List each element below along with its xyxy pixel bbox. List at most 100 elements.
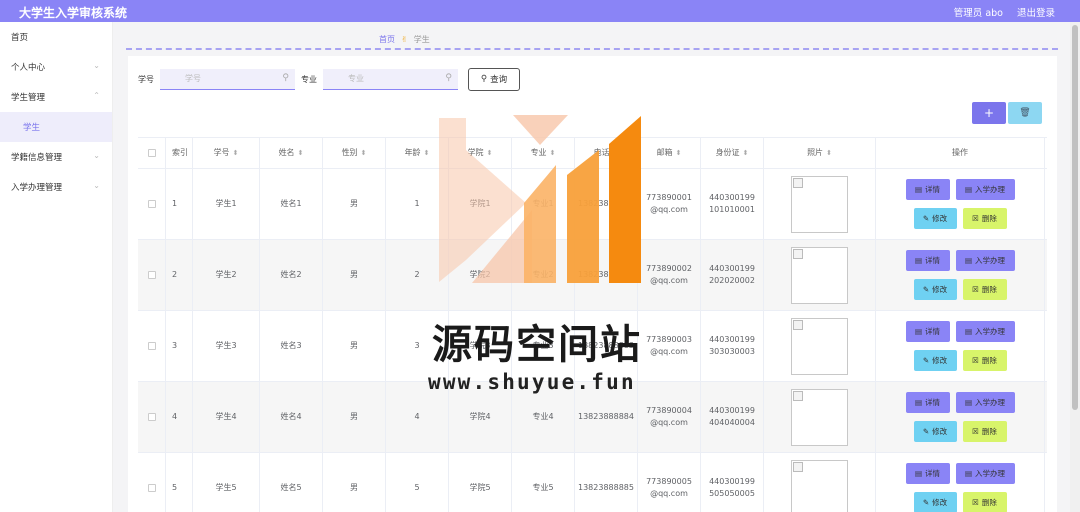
delete-button[interactable]: ☒ 删除 bbox=[962, 421, 1007, 442]
scrollbar-thumb[interactable] bbox=[1072, 25, 1078, 410]
breadcrumb-home[interactable]: 首页 bbox=[379, 34, 395, 45]
college-cell: 学院1 bbox=[449, 169, 512, 239]
sort-icon[interactable]: ⬍ bbox=[743, 147, 749, 159]
phone-value: 13823888885 bbox=[578, 483, 634, 492]
sort-icon[interactable]: ⬍ bbox=[233, 147, 239, 159]
sidebar-item-personal-center[interactable]: 个人中心 ⌄ bbox=[0, 52, 112, 82]
sort-icon[interactable]: ⬍ bbox=[676, 147, 682, 159]
detail-button[interactable]: ▤ 详情 bbox=[905, 321, 950, 342]
column-header: 邮箱 ⬍ bbox=[638, 138, 701, 168]
detail-button-label: 详情 bbox=[925, 397, 941, 407]
action-row: ▤ 详情 ▤ 入学办理 bbox=[905, 179, 1015, 200]
sort-icon[interactable]: ⬍ bbox=[613, 147, 619, 159]
enroll-button[interactable]: ▤ 入学办理 bbox=[955, 250, 1015, 271]
delete-button[interactable]: ☒ 删除 bbox=[962, 208, 1007, 229]
sidebar-item-student[interactable]: 学生 bbox=[0, 112, 112, 142]
delete-button[interactable]: ☒ 删除 bbox=[962, 492, 1007, 512]
column-header: 姓名 ⬍ bbox=[260, 138, 323, 168]
sort-icon[interactable]: ⬍ bbox=[826, 147, 832, 159]
sort-icon[interactable]: ⬍ bbox=[550, 147, 556, 159]
edit-button[interactable]: ✎ 修改 bbox=[913, 208, 957, 229]
select-all-checkbox[interactable] bbox=[147, 149, 156, 157]
sort-icon[interactable]: ⬍ bbox=[487, 147, 493, 159]
email-value: 773890005@qq.com bbox=[646, 477, 692, 498]
add-button[interactable]: + bbox=[972, 102, 1006, 124]
name-value: 姓名1 bbox=[280, 199, 302, 208]
batch-delete-button[interactable]: 🗑 bbox=[1008, 102, 1042, 124]
idcard-value: 440300199202020002 bbox=[709, 264, 755, 285]
index-value: 3 bbox=[172, 341, 178, 350]
age-value: 4 bbox=[414, 412, 420, 421]
page-scrollbar[interactable] bbox=[1070, 22, 1080, 512]
detail-button[interactable]: ▤ 详情 bbox=[905, 392, 950, 413]
sidebar-item-home[interactable]: 首页 bbox=[0, 22, 112, 52]
idcard-cell: 440300199202020002 bbox=[701, 240, 764, 310]
edit-button[interactable]: ✎ 修改 bbox=[913, 492, 957, 512]
sidebar-item-student-management[interactable]: 学生管理 ⌃ bbox=[0, 82, 112, 112]
enroll-button[interactable]: ▤ 入学办理 bbox=[955, 392, 1015, 413]
row-checkbox[interactable] bbox=[147, 413, 156, 421]
edit-button[interactable]: ✎ 修改 bbox=[913, 421, 957, 442]
edit-icon: ✎ bbox=[922, 426, 930, 436]
table-row: 2 学生2 姓名2 男 2 学院2 专业2 13823888882 773890002@qq.c… bbox=[138, 240, 1047, 311]
edit-button-label: 修改 bbox=[932, 284, 948, 294]
photo-image bbox=[791, 246, 848, 304]
photo-cell bbox=[764, 240, 876, 310]
row-checkbox[interactable] bbox=[147, 342, 156, 350]
admin-user-link[interactable]: 管理员 abo bbox=[954, 5, 1003, 19]
photo-image bbox=[791, 317, 848, 375]
row-checkbox[interactable] bbox=[147, 200, 156, 208]
age-value: 5 bbox=[414, 483, 420, 492]
row-checkbox-cell bbox=[138, 240, 166, 310]
edit-icon: ✎ bbox=[922, 213, 930, 223]
chevron-down-icon: ⌄ bbox=[93, 181, 100, 190]
row-checkbox[interactable] bbox=[147, 271, 156, 279]
row-checkbox[interactable] bbox=[147, 484, 156, 492]
sort-icon[interactable]: ⬍ bbox=[361, 147, 367, 159]
idcard-cell: 440300199404040004 bbox=[701, 382, 764, 452]
name-value: 姓名2 bbox=[280, 270, 302, 279]
xuehao-input[interactable] bbox=[160, 68, 295, 89]
enroll-button[interactable]: ▤ 入学办理 bbox=[955, 321, 1015, 342]
major-value: 专业4 bbox=[532, 412, 554, 421]
column-header: 操作 bbox=[876, 138, 1045, 168]
actions-cell: ▤ 详情 ▤ 入学办理 ✎ 修改 ☒ 删除 bbox=[876, 240, 1045, 310]
detail-button[interactable]: ▤ 详情 bbox=[905, 463, 950, 484]
delete-button[interactable]: ☒ 删除 bbox=[962, 350, 1007, 371]
name-value: 姓名5 bbox=[280, 483, 302, 492]
sidebar-item-admission-management[interactable]: 入学办理管理 ⌄ bbox=[0, 172, 112, 202]
enroll-button-label: 入学办理 bbox=[975, 184, 1006, 194]
idcard-value: 440300199303030003 bbox=[709, 335, 755, 356]
enroll-icon: ▤ bbox=[964, 468, 973, 478]
detail-button[interactable]: ▤ 详情 bbox=[905, 250, 950, 271]
zhuanye-input[interactable] bbox=[323, 68, 458, 89]
enroll-button[interactable]: ▤ 入学办理 bbox=[955, 463, 1015, 484]
major-cell: 专业3 bbox=[512, 311, 575, 381]
enroll-button[interactable]: ▤ 入学办理 bbox=[955, 179, 1015, 200]
delete-button[interactable]: ☒ 删除 bbox=[962, 279, 1007, 300]
idcard-cell: 440300199303030003 bbox=[701, 311, 764, 381]
detail-icon: ▤ bbox=[914, 397, 923, 407]
sort-icon[interactable]: ⬍ bbox=[424, 147, 430, 159]
breadcrumb-current: 学生 bbox=[413, 35, 430, 44]
sidebar-item-label: 学籍信息管理 bbox=[11, 153, 63, 163]
sort-icon[interactable]: ⬍ bbox=[298, 147, 304, 159]
edit-button[interactable]: ✎ 修改 bbox=[913, 350, 957, 371]
photo-cell bbox=[764, 311, 876, 381]
idcard-value: 440300199101010001 bbox=[709, 193, 755, 214]
xuehao-input-wrap: ⚲ bbox=[160, 68, 295, 90]
sidebar-item-enrollment-info[interactable]: 学籍信息管理 ⌄ bbox=[0, 142, 112, 172]
logout-link[interactable]: 退出登录 bbox=[1017, 5, 1055, 19]
query-button[interactable]: ⚲ 查询 bbox=[468, 67, 520, 91]
column-header: 学号 ⬍ bbox=[193, 138, 260, 168]
detail-button[interactable]: ▤ 详情 bbox=[905, 179, 950, 200]
major-value: 专业3 bbox=[532, 341, 554, 350]
photo-cell bbox=[764, 453, 876, 512]
email-cell: 773890004@qq.com bbox=[638, 382, 701, 452]
column-header-label: 操作 bbox=[952, 148, 968, 157]
gender-value: 男 bbox=[350, 483, 358, 492]
edit-button[interactable]: ✎ 修改 bbox=[913, 279, 957, 300]
edit-button-label: 修改 bbox=[932, 497, 948, 507]
index-cell: 4 bbox=[166, 382, 193, 452]
enroll-icon: ▤ bbox=[964, 184, 973, 194]
